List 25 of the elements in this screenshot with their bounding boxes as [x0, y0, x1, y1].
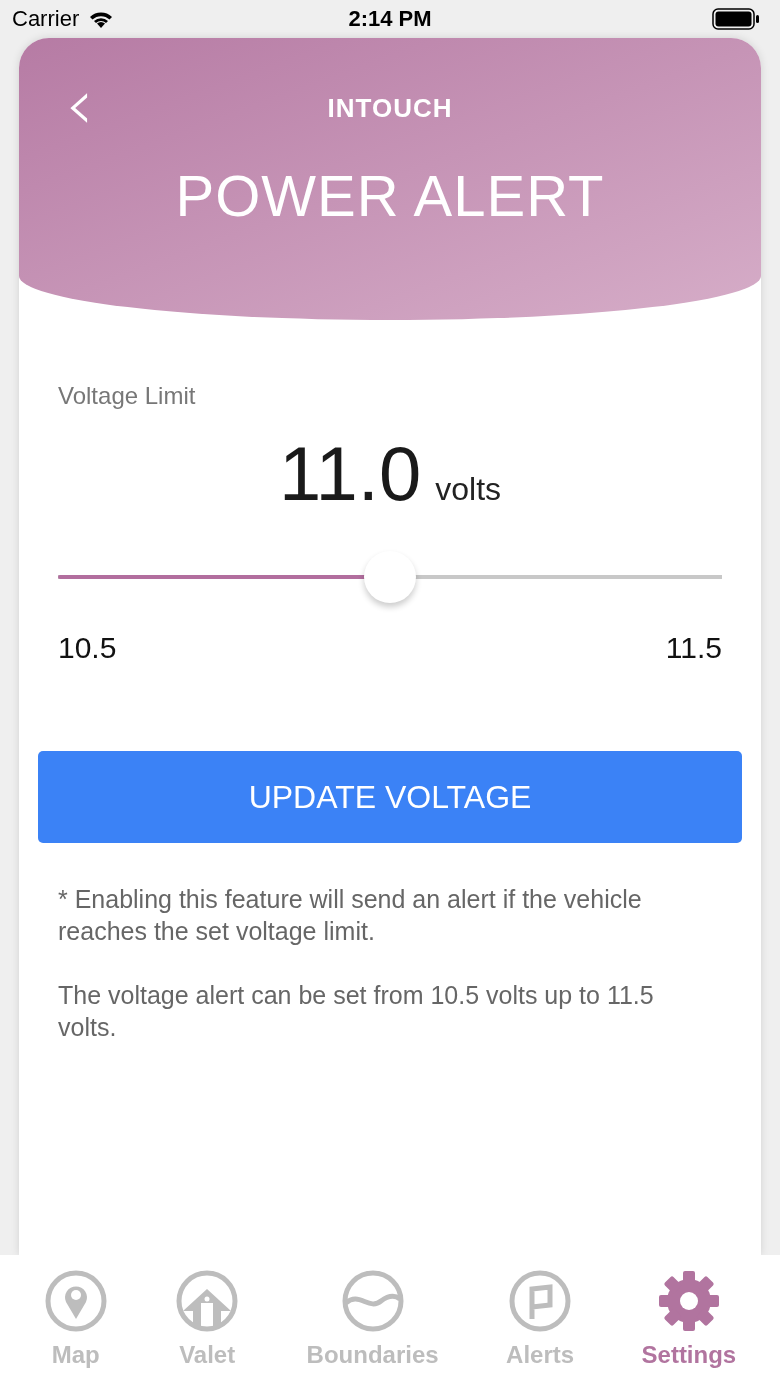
settings-icon: [656, 1269, 721, 1333]
min-label: 10.5: [58, 631, 117, 665]
slider-thumb[interactable]: [364, 551, 416, 603]
map-pin-icon: [43, 1269, 108, 1333]
battery-icon: [712, 8, 760, 30]
map-tab[interactable]: Map: [43, 1255, 108, 1387]
page-title: POWER ALERT: [175, 162, 605, 229]
note-text: The voltage alert can be set from 10.5 volts up to 11.5 volts.: [58, 980, 655, 1043]
house-icon: [175, 1269, 240, 1333]
voltage-value: 11.0: [278, 430, 422, 517]
logo: INTOUCH: [327, 92, 453, 124]
max-label: 11.5: [665, 631, 722, 665]
update-voltage-button[interactable]: UPDATE VOLTAGE: [38, 751, 742, 843]
flag-icon: [508, 1269, 573, 1333]
wave-circle-icon: [340, 1269, 405, 1333]
note-text: * Enabling this feature will send an alert if the vehicle reaches the set voltage limit.: [58, 884, 643, 947]
voltage-unit: volts: [435, 471, 502, 508]
voltage-label: Voltage Limit: [58, 382, 197, 410]
alerts-tab[interactable]: Alerts: [506, 1255, 575, 1387]
back-button[interactable]: ‹: [59, 72, 100, 136]
carrier-label: Carrier: [12, 6, 80, 32]
settings-tab[interactable]: Settings: [641, 1255, 737, 1387]
status-time: 2:14 PM: [348, 6, 432, 32]
boundaries-tab[interactable]: Boundaries: [306, 1255, 439, 1387]
valet-tab[interactable]: Valet: [175, 1255, 240, 1387]
